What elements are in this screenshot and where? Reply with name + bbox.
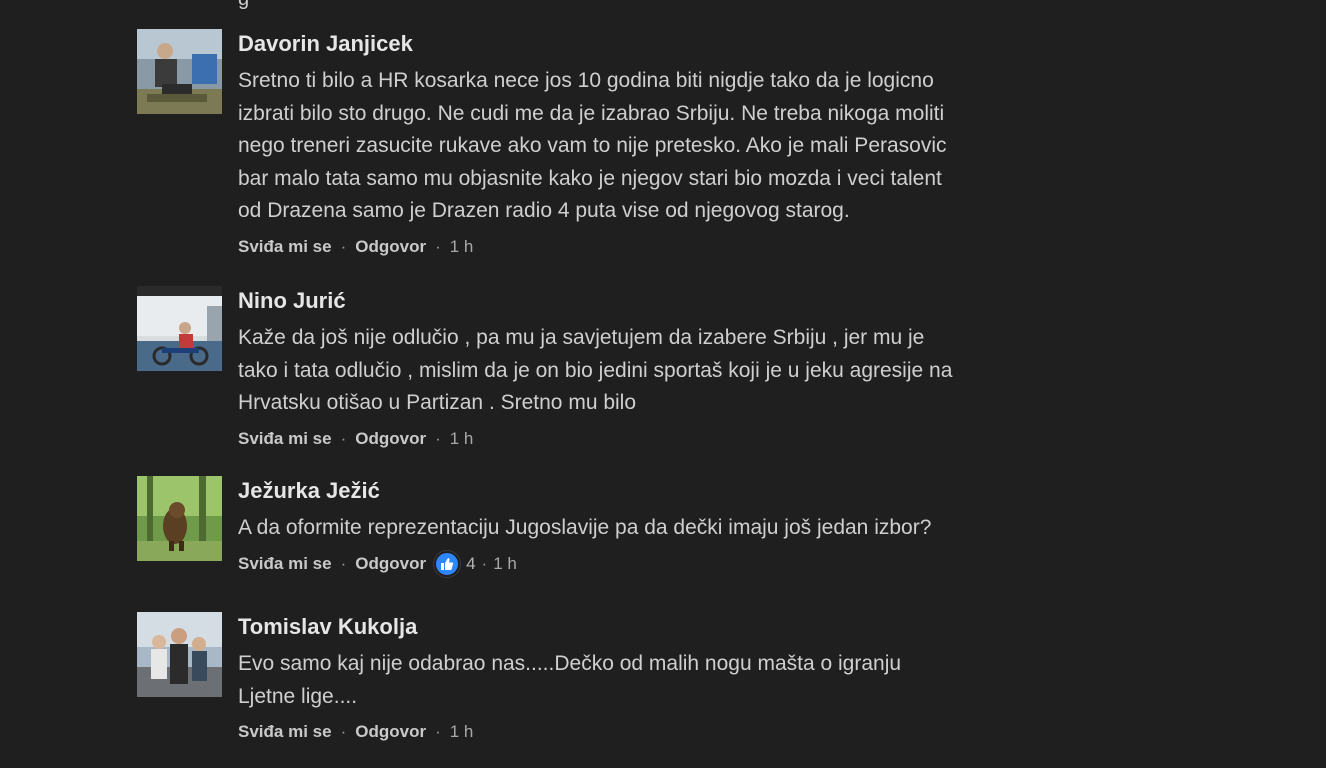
comment-body: Ježurka Ježić A da oformite reprezentaci…: [238, 476, 1098, 577]
comment-actions: Sviđa mi se · Odgovor · 1 h: [238, 426, 1098, 452]
comment-text: Kaže da još nije odlučio , pa mu ja savj…: [238, 322, 1098, 420]
like-button[interactable]: Sviđa mi se: [238, 237, 332, 257]
comment-actions: Sviđa mi se · Odgovor · 1 h: [238, 719, 1098, 745]
cropped-text: g: [238, 0, 249, 11]
comment-body: Davorin Janjicek Sretno ti bilo a HR kos…: [238, 29, 1098, 260]
comment-time[interactable]: 1 h: [450, 722, 474, 742]
comment-actions: Sviđa mi se · Odgovor 4 · 1 h: [238, 550, 1098, 577]
avatar[interactable]: [137, 29, 222, 114]
avatar-photo: [137, 286, 222, 371]
like-button[interactable]: Sviđa mi se: [238, 554, 332, 574]
comment-time[interactable]: 1 h: [493, 554, 517, 574]
comment-time[interactable]: 1 h: [450, 429, 474, 449]
comment-author[interactable]: Ježurka Ježić: [238, 476, 1098, 506]
comment-line: Sretno ti bilo a HR kosarka nece jos 10 …: [238, 69, 934, 92]
comment-text: A da oformite reprezentaciju Jugoslavije…: [238, 512, 1098, 545]
comment-line: od Drazena samo je Drazen radio 4 puta v…: [238, 199, 850, 222]
avatar-photo: [137, 612, 222, 697]
comment-line: Evo samo kaj nije odabrao nas.....Dečko …: [238, 652, 902, 675]
separator-dot: ·: [340, 722, 347, 741]
like-icon[interactable]: [434, 550, 461, 577]
reply-button[interactable]: Odgovor: [355, 554, 426, 574]
avatar[interactable]: [137, 286, 222, 371]
separator-dot: ·: [481, 553, 488, 573]
reply-button[interactable]: Odgovor: [355, 722, 426, 742]
comment-text: Sretno ti bilo a HR kosarka nece jos 10 …: [238, 65, 1098, 228]
comment-author[interactable]: Davorin Janjicek: [238, 29, 1098, 59]
comment-author[interactable]: Tomislav Kukolja: [238, 612, 1098, 642]
comment-line: Kaže da još nije odlučio , pa mu ja savj…: [238, 326, 925, 349]
separator-dot: ·: [340, 428, 347, 448]
comment-line: Hrvatsku otišao u Partizan . Sretno mu b…: [238, 391, 637, 414]
reply-button[interactable]: Odgovor: [355, 429, 426, 449]
separator-dot: ·: [435, 236, 441, 256]
reply-button[interactable]: Odgovor: [355, 237, 426, 257]
comment-author[interactable]: Nino Jurić: [238, 286, 1098, 316]
comment-line: nego treneri zasucite rukave ako vam to …: [238, 134, 947, 157]
comment-body: Tomislav Kukolja Evo samo kaj nije odabr…: [238, 612, 1098, 745]
separator-dot: ·: [435, 428, 441, 448]
comment-body: Nino Jurić Kaže da još nije odlučio , pa…: [238, 286, 1098, 452]
avatar[interactable]: [137, 612, 222, 697]
comment-text: Evo samo kaj nije odabrao nas.....Dečko …: [238, 648, 1098, 713]
comment-line: A da oformite reprezentaciju Jugoslavije…: [238, 516, 932, 539]
avatar-photo: [137, 29, 222, 114]
avatar[interactable]: [137, 476, 222, 561]
avatar-photo: [137, 476, 222, 561]
separator-dot: ·: [340, 553, 347, 573]
comment-time[interactable]: 1 h: [450, 237, 474, 257]
reaction-count[interactable]: 4: [466, 554, 475, 574]
comment-line: Ljetne lige....: [238, 684, 358, 708]
comment-line: tako i tata odlučio , mislim da je on bi…: [238, 358, 953, 382]
like-button[interactable]: Sviđa mi se: [238, 722, 332, 742]
comment-line: izbrati bilo sto drugo. Ne cudi me da je…: [238, 101, 945, 125]
comments-page: g Davorin Janjicek Sretno ti bilo a HR k…: [0, 0, 1326, 768]
separator-dot: ·: [435, 722, 441, 741]
like-button[interactable]: Sviđa mi se: [238, 429, 332, 449]
comment-actions: Sviđa mi se · Odgovor · 1 h: [238, 234, 1098, 260]
comment-line: bar malo tata samo mu objasnite kako je …: [238, 166, 942, 190]
separator-dot: ·: [340, 236, 347, 256]
